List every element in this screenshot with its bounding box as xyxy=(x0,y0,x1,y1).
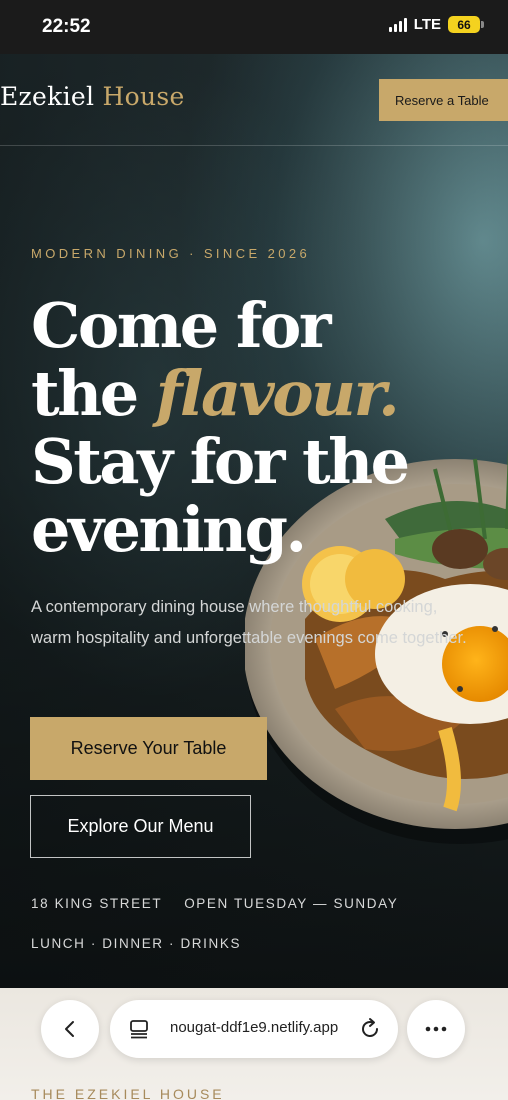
hours-text: OPEN TUESDAY — SUNDAY xyxy=(184,896,399,911)
battery-level: 66 xyxy=(457,17,471,32)
more-options-button[interactable] xyxy=(407,1000,465,1058)
browser-toolbar: nougat-ddf1e9.netlify.app THE EZEKIEL HO… xyxy=(0,988,508,1100)
address-text: 18 KING STREET xyxy=(31,896,163,911)
tab-overview-icon[interactable] xyxy=(128,1018,150,1040)
site-logo[interactable]: Ezekiel House xyxy=(0,82,185,111)
url-text[interactable]: nougat-ddf1e9.netlify.app xyxy=(170,1019,346,1036)
explore-menu-button[interactable]: Explore Our Menu xyxy=(30,795,251,858)
logo-word-2: House xyxy=(102,82,185,111)
reserve-table-button[interactable]: Reserve Your Table xyxy=(30,717,267,780)
status-bar: 22:52 LTE 66 xyxy=(0,0,508,54)
hero-headline: Come for the flavour. Stay for the eveni… xyxy=(31,292,451,564)
hero-kicker: MODERN DINING · SINCE 2026 xyxy=(31,246,311,261)
logo-word-1: Ezekiel xyxy=(0,82,95,111)
headline-part-2: Stay for the evening. xyxy=(31,425,410,566)
status-indicators: LTE 66 xyxy=(388,16,484,33)
chevron-left-icon xyxy=(65,1021,74,1037)
services-text: LUNCH · DINNER · DRINKS xyxy=(31,936,242,951)
footer-section-label: THE EZEKIEL HOUSE xyxy=(31,1086,225,1100)
hero-info-row: 18 KING STREET OPEN TUESDAY — SUNDAY xyxy=(31,896,398,911)
header-reserve-button[interactable]: Reserve a Table xyxy=(379,79,508,121)
status-time: 22:52 xyxy=(42,16,91,37)
ellipsis-icon xyxy=(425,1026,447,1032)
back-button[interactable] xyxy=(41,1000,99,1058)
hero-description: A contemporary dining house where though… xyxy=(31,598,467,647)
site-header: Ezekiel House Reserve a Table xyxy=(0,54,508,146)
signal-icon xyxy=(388,17,407,32)
network-type: LTE xyxy=(413,16,441,33)
reload-icon[interactable] xyxy=(358,1017,382,1041)
battery-icon: 66 xyxy=(448,16,484,33)
address-bar[interactable]: nougat-ddf1e9.netlify.app xyxy=(110,1000,398,1058)
hero-section: Ezekiel House Reserve a Table MODERN DIN… xyxy=(0,54,508,988)
headline-accent: flavour. xyxy=(155,357,400,430)
